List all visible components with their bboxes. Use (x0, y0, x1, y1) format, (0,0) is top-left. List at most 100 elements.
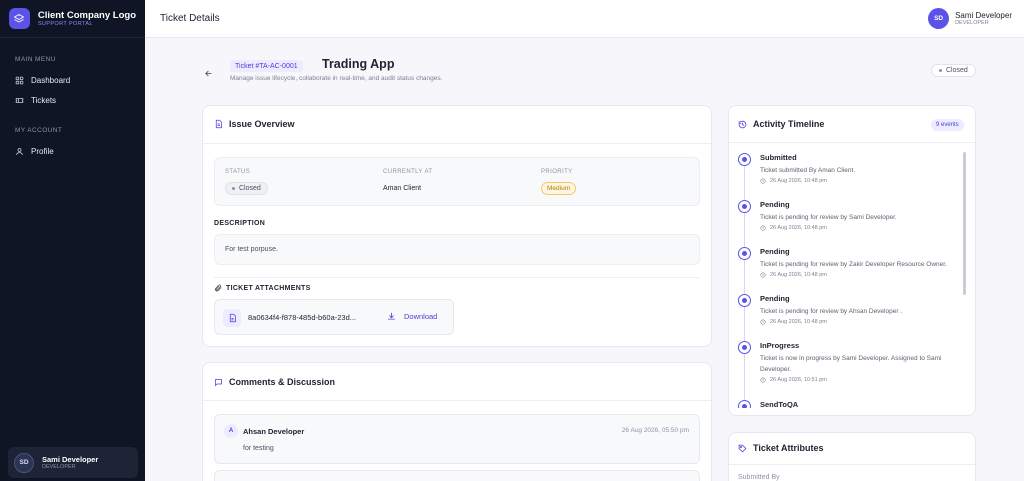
document-icon (215, 119, 222, 129)
timeline-event-time: 26 Aug 2026, 10:51 pm (760, 377, 827, 383)
issue-overview-title: Issue Overview (214, 119, 295, 129)
timeline-dot (738, 247, 751, 260)
header-user-menu[interactable]: SD Sami Developer DEVELOPER (928, 8, 1012, 29)
priority-badge: Medium (541, 182, 577, 195)
sidebar-user-name: Sami Developer (42, 454, 99, 464)
sidebar-item-label: Dashboard (31, 75, 71, 85)
sidebar-item-label: Profile (31, 146, 54, 156)
main-menu-label: MAIN MENU (15, 56, 56, 63)
arrow-left-icon (205, 70, 212, 77)
timeline-event-status: Pending (760, 200, 790, 209)
clock-icon (760, 377, 766, 383)
issue-info-panel: STATUS Closed CURRENTLY AT Aman Client P… (214, 157, 700, 206)
timeline-event-time: 26 Aug 2026, 10:48 pm (760, 225, 827, 231)
timeline-event-time: 26 Aug 2026, 10:48 pm (760, 178, 827, 184)
sidebar-item-profile[interactable]: Profile (0, 141, 145, 161)
avatar: A (224, 424, 238, 438)
tag-icon (738, 444, 747, 452)
timeline-event-status: SendToQA (760, 400, 799, 408)
clock-icon (760, 225, 766, 231)
timeline-event-status: Submitted (760, 153, 797, 162)
timeline-scrollbar[interactable] (963, 152, 966, 295)
sidebar-user-card[interactable]: SD Sami Developer DEVELOPER (8, 447, 138, 478)
chat-icon (215, 378, 222, 386)
page-subtitle: Manage issue lifecycle, collaborate in r… (230, 75, 443, 82)
grid-icon (15, 76, 24, 84)
description-text: For test porpuse. (225, 246, 278, 253)
my-account-label: MY ACCOUNT (15, 127, 63, 134)
sidebar-item-tickets[interactable]: Tickets (0, 90, 145, 110)
avatar: SD (928, 8, 950, 29)
sidebar: Client Company Logo SUPPORT PORTAL MAIN … (0, 0, 145, 481)
timeline-event-message: Ticket is pending for review by Zakir De… (760, 261, 947, 268)
attachments-label: TICKET ATTACHMENTS (214, 284, 311, 292)
user-icon (16, 147, 23, 155)
timeline-dot (738, 400, 751, 408)
header-user-role: DEVELOPER (955, 19, 989, 26)
clock-icon (760, 178, 766, 184)
divider (203, 143, 711, 144)
timeline-event-message: Ticket submitted By Aman Client. (760, 167, 856, 174)
sidebar-item-label: Tickets (31, 95, 57, 105)
comment-text: for testing (243, 445, 274, 452)
timeline-event-status: Pending (760, 247, 790, 256)
header-user-name: Sami Developer (955, 10, 1012, 20)
timeline-line (744, 155, 745, 408)
divider (729, 464, 975, 465)
timeline-event-message: Ticket is pending for review by Sami Dev… (760, 214, 897, 221)
ticket-attributes-title: Ticket Attributes (738, 443, 824, 453)
clock-icon (760, 319, 766, 325)
comment-item (214, 470, 700, 481)
divider (214, 277, 700, 278)
currently-at-value: Aman Client (383, 185, 422, 192)
timeline-dot (738, 153, 751, 166)
header-title: Ticket Details (160, 13, 220, 24)
timeline-list[interactable]: Submitted Ticket submitted By Aman Clien… (729, 143, 975, 408)
status-badge-label: Closed (946, 67, 968, 74)
divider (203, 400, 711, 401)
sidebar-user-role: DEVELOPER (42, 463, 76, 470)
brand-subtitle: SUPPORT PORTAL (37, 20, 93, 27)
currently-at-label: CURRENTLY AT (383, 169, 433, 175)
brand-title: Client Company Logo (37, 9, 136, 21)
top-bar: Ticket Details SD Sami Developer DEVELOP… (145, 0, 1024, 38)
comment-time: 26 Aug 2026, 05:50 pm (621, 427, 689, 434)
timeline-dot (738, 294, 751, 307)
paperclip-icon (214, 284, 222, 292)
timeline-dot (738, 200, 751, 213)
timeline-event-status: InProgress (760, 341, 800, 350)
timeline-event-time: 26 Aug 2026, 10:48 pm (760, 272, 827, 278)
timeline-event-time: 26 Aug 2026, 10:48 pm (760, 319, 827, 325)
sidebar-item-dashboard[interactable]: Dashboard (0, 70, 145, 90)
file-icon (223, 309, 241, 327)
download-icon (388, 312, 395, 320)
status-dot (232, 187, 235, 190)
timeline-event-status: Pending (760, 294, 790, 303)
layers-icon (9, 8, 30, 29)
status-pill: Closed (225, 182, 268, 195)
timeline-dot (738, 341, 751, 354)
status-badge: Closed (931, 64, 976, 77)
status-pill-label: Closed (239, 185, 261, 192)
ticket-id-badge: Ticket #TA-AC-0001 (230, 60, 303, 72)
activity-timeline-title: Activity Timeline (738, 119, 824, 129)
submitted-by-label: Submitted By (738, 474, 780, 481)
description-label: DESCRIPTION (214, 220, 266, 227)
events-count-badge: 9 events (931, 119, 964, 131)
download-button[interactable]: Download (387, 312, 437, 321)
page-title: Trading App (322, 57, 395, 71)
status-label: STATUS (225, 169, 251, 175)
back-button[interactable] (204, 65, 213, 83)
comment-item: A Ahsan Developer 26 Aug 2026, 05:50 pm … (214, 414, 700, 464)
priority-label: PRIORITY (541, 169, 573, 175)
timeline-event-message: Ticket is pending for review by Ahsan De… (760, 308, 903, 315)
comment-author: Ahsan Developer (243, 427, 305, 436)
attachment-item: 8a0634f4-f878-485d-b60a-23d... Download (214, 299, 454, 335)
clock-icon (760, 272, 766, 278)
comments-title: Comments & Discussion (214, 377, 335, 387)
history-icon (738, 120, 747, 128)
avatar: SD (14, 452, 34, 473)
attachment-file-name: 8a0634f4-f878-485d-b60a-23d... (248, 313, 357, 322)
brand: Client Company Logo SUPPORT PORTAL (0, 0, 145, 38)
description-box: For test porpuse. (214, 234, 700, 265)
